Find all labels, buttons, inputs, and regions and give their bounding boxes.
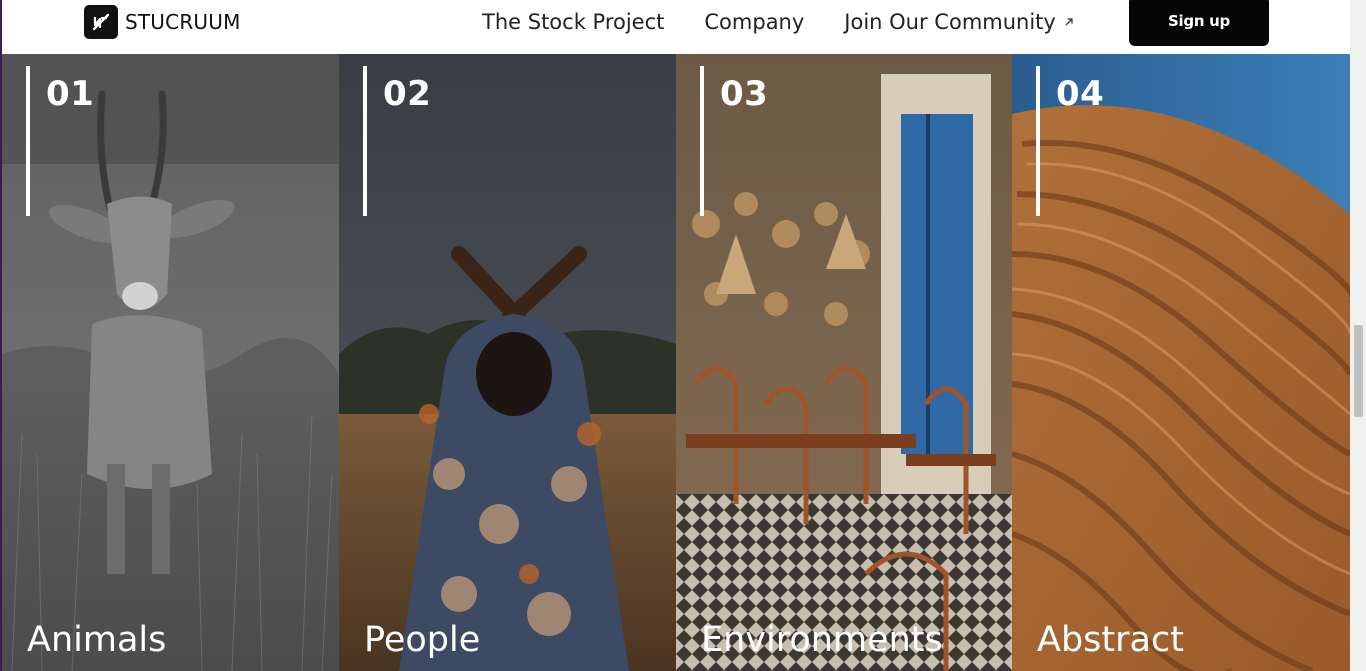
scrollbar-thumb[interactable] (1354, 325, 1363, 417)
panel-number: 02 (383, 74, 432, 114)
antelope-image (2, 54, 339, 671)
nav-link-company[interactable]: Company (704, 10, 804, 34)
category-card-environments[interactable]: 03 Environments (676, 54, 1012, 671)
panel-title: Animals (27, 620, 167, 660)
page-scrollbar[interactable] (1350, 0, 1366, 671)
window-edge (0, 0, 2, 671)
nav-link-stock-project[interactable]: The Stock Project (482, 10, 664, 34)
panel-accent-bar (700, 66, 704, 216)
stucruum-logo-icon (84, 5, 118, 39)
brand-name: STUCRUUM (125, 10, 241, 34)
nav-link-join-community[interactable]: Join Our Community (844, 10, 1075, 34)
panel-number: 01 (46, 74, 95, 114)
panel-title: Environments (701, 620, 943, 660)
panel-title: Abstract (1037, 620, 1184, 660)
category-card-abstract[interactable]: 04 Abstract (1012, 54, 1350, 671)
nav-link-join-community-label: Join Our Community (844, 10, 1056, 34)
panel-accent-bar (1036, 66, 1040, 216)
category-card-people[interactable]: 02 People (339, 54, 676, 671)
main-nav: The Stock Project Company Join Our Commu… (482, 0, 1075, 44)
sand-dune-image (1012, 54, 1350, 671)
panel-number: 03 (720, 74, 769, 114)
site-header: STUCRUUM The Stock Project Company Join … (2, 0, 1350, 54)
people-image (339, 54, 676, 671)
panel-number: 04 (1056, 74, 1105, 114)
sign-up-button[interactable]: Sign up (1129, 0, 1269, 46)
category-panels: 01 Animals 02 People 03 Environments 04 … (2, 54, 1350, 671)
brand-logo[interactable]: STUCRUUM (84, 5, 241, 39)
environments-image (676, 54, 1012, 671)
panel-accent-bar (363, 66, 367, 216)
panel-title: People (364, 620, 481, 660)
category-card-animals[interactable]: 01 Animals (2, 54, 339, 671)
external-arrow-icon (1065, 18, 1073, 26)
panel-accent-bar (26, 66, 30, 216)
